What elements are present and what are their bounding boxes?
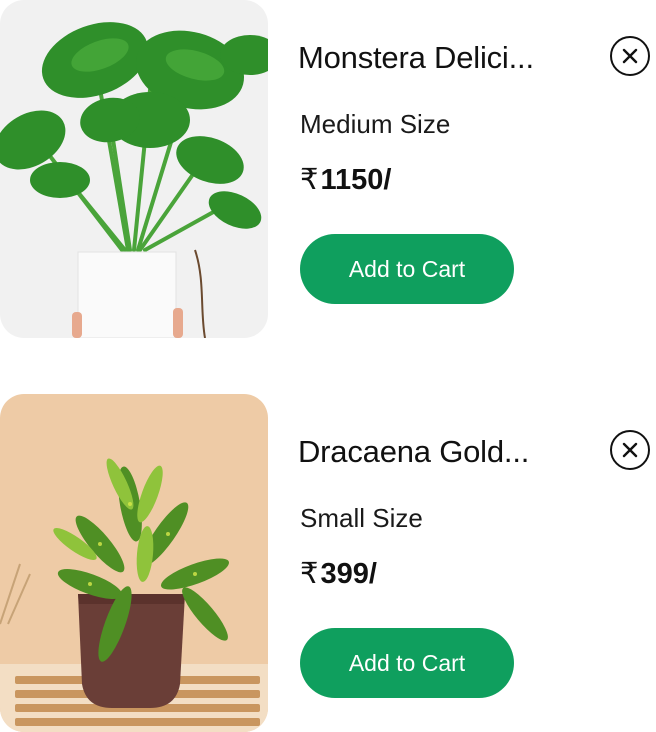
close-icon <box>622 442 638 458</box>
product-name[interactable]: Dracaena Gold... <box>298 434 558 470</box>
product-price: ₹ 1150/ <box>300 162 391 197</box>
currency-symbol: ₹ <box>300 164 319 196</box>
product-name[interactable]: Monstera Delici... <box>298 40 558 76</box>
price-value: 399/ <box>320 558 377 590</box>
add-to-cart-button[interactable]: Add to Cart <box>300 628 514 698</box>
close-icon <box>622 48 638 64</box>
product-size: Medium Size <box>300 109 451 139</box>
product-size: Small Size <box>300 503 423 533</box>
monstera-plant-image <box>0 0 268 338</box>
add-to-cart-button[interactable]: Add to Cart <box>300 234 514 304</box>
product-image[interactable] <box>0 0 268 338</box>
cart-list: Monstera Delici... Medium Size ₹ 1150/ A… <box>0 0 656 732</box>
remove-item-button[interactable] <box>610 36 650 76</box>
currency-symbol: ₹ <box>300 558 319 590</box>
remove-item-button[interactable] <box>610 430 650 470</box>
price-value: 1150/ <box>320 164 392 196</box>
cart-item: Dracaena Gold... Small Size ₹ 399/ Add t… <box>0 394 656 732</box>
cart-item: Monstera Delici... Medium Size ₹ 1150/ A… <box>0 0 656 338</box>
product-price: ₹ 399/ <box>300 556 377 591</box>
dracaena-plant-image <box>0 394 268 732</box>
product-image[interactable] <box>0 394 268 732</box>
